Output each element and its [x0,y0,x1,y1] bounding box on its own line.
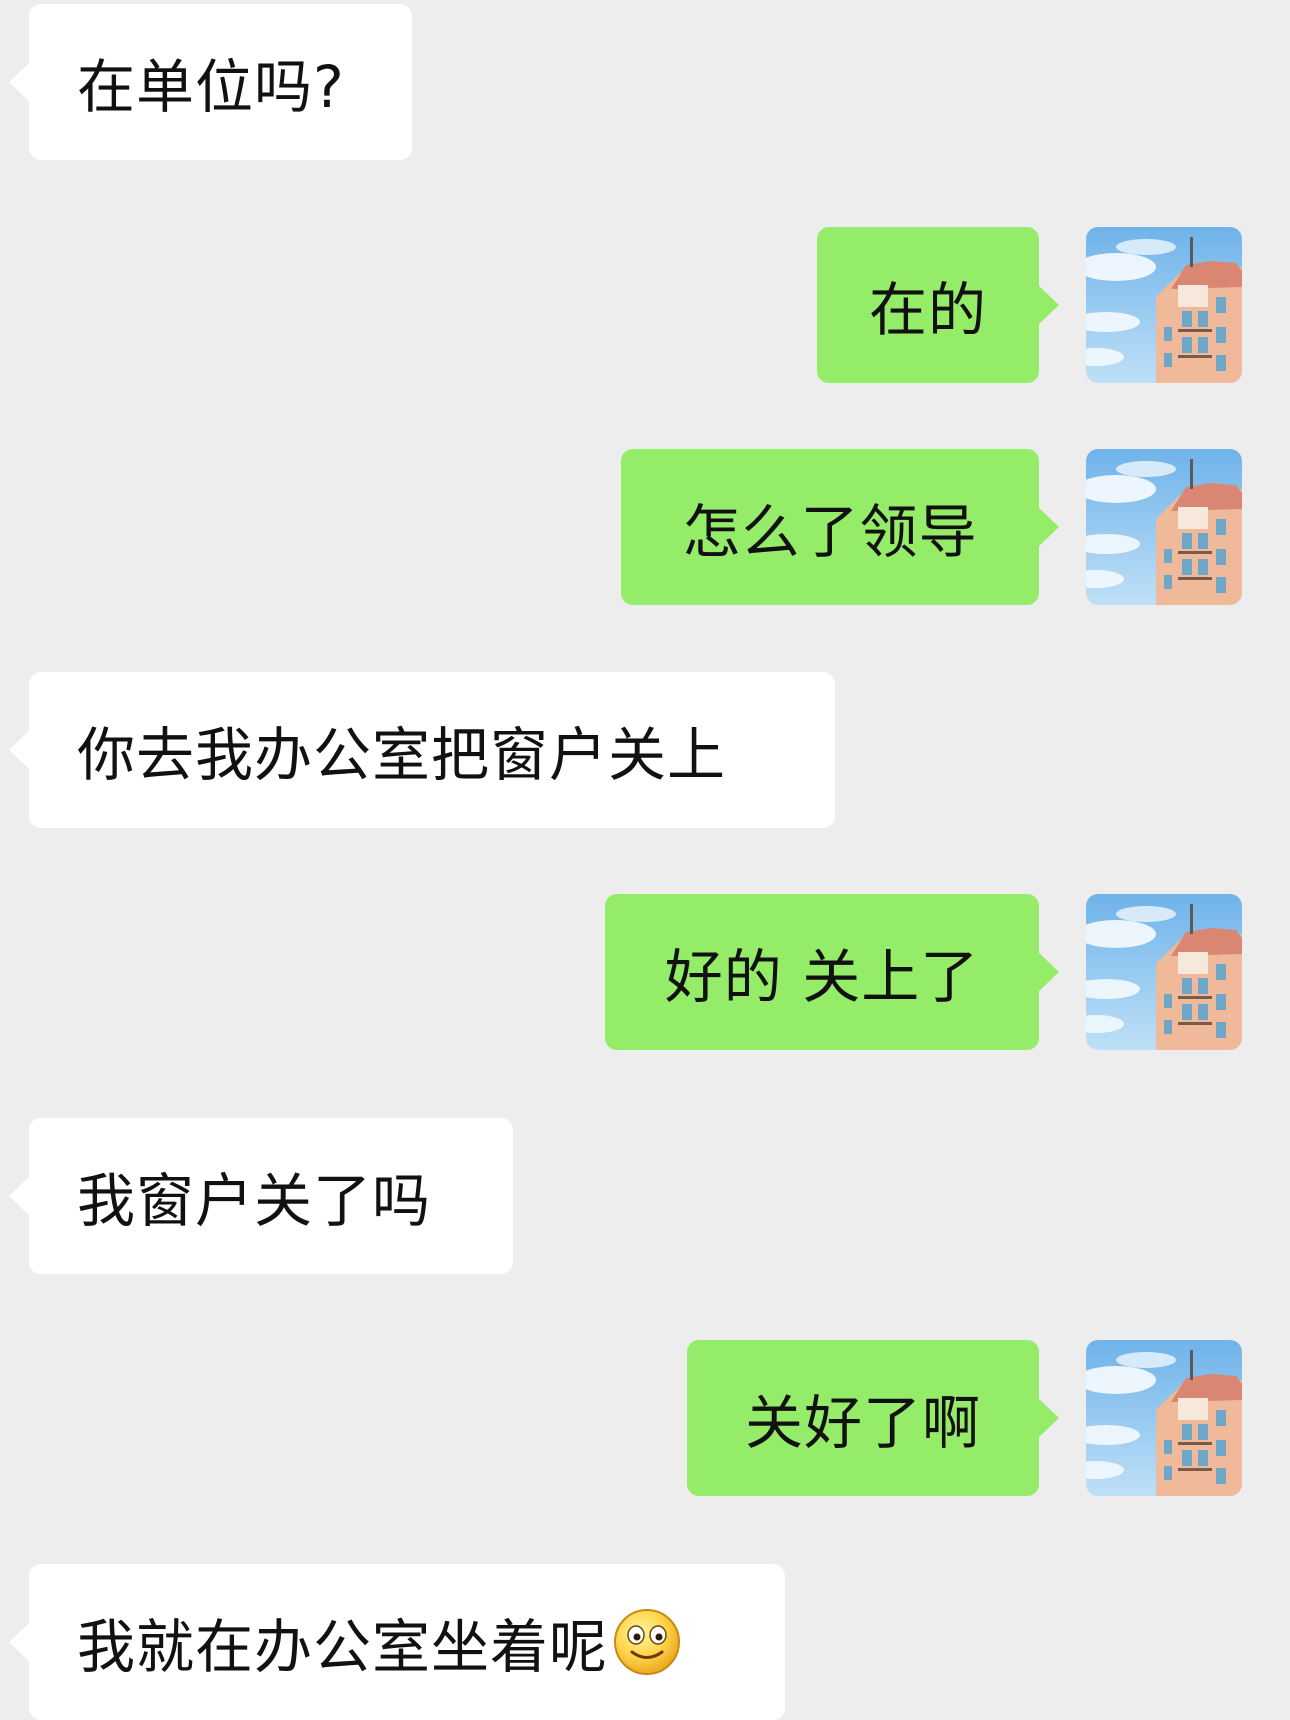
incoming-message-bubble[interactable]: 在单位吗? [9,4,412,160]
incoming-message-bubble[interactable]: 我就在办公室坐着呢 [9,1564,785,1720]
building-sky-avatar-icon [1086,449,1242,605]
smile-emoji-icon [612,1607,682,1677]
message-text: 在的 [868,276,987,344]
my-avatar[interactable] [1086,449,1242,605]
chat-thread: 在单位吗? 在的 怎么了领导 你去我办公室把窗户关上 好的 关上了 我窗户关了吗… [0,0,1290,1720]
message-text: 关好了啊 [744,1389,981,1457]
message-text: 你去我办公室把窗户关上 [77,721,727,789]
building-sky-avatar-icon [1086,227,1242,383]
message-text: 我就在办公室坐着呢 [77,1613,609,1681]
incoming-message-bubble[interactable]: 你去我办公室把窗户关上 [9,672,835,828]
my-avatar[interactable] [1086,227,1242,383]
incoming-message-bubble[interactable]: 我窗户关了吗 [9,1118,513,1274]
outgoing-message-bubble[interactable]: 好的 关上了 [605,894,1059,1050]
message-text: 怎么了领导 [682,498,978,566]
my-avatar[interactable] [1086,1340,1242,1496]
outgoing-message-bubble[interactable]: 怎么了领导 [621,449,1059,605]
building-sky-avatar-icon [1086,894,1242,1050]
message-text: 好的 关上了 [664,943,980,1011]
message-text: 在单位吗? [77,53,345,121]
outgoing-message-bubble[interactable]: 关好了啊 [687,1340,1059,1496]
my-avatar[interactable] [1086,894,1242,1050]
outgoing-message-bubble[interactable]: 在的 [817,227,1059,383]
message-text: 我窗户关了吗 [77,1167,432,1235]
building-sky-avatar-icon [1086,1340,1242,1496]
